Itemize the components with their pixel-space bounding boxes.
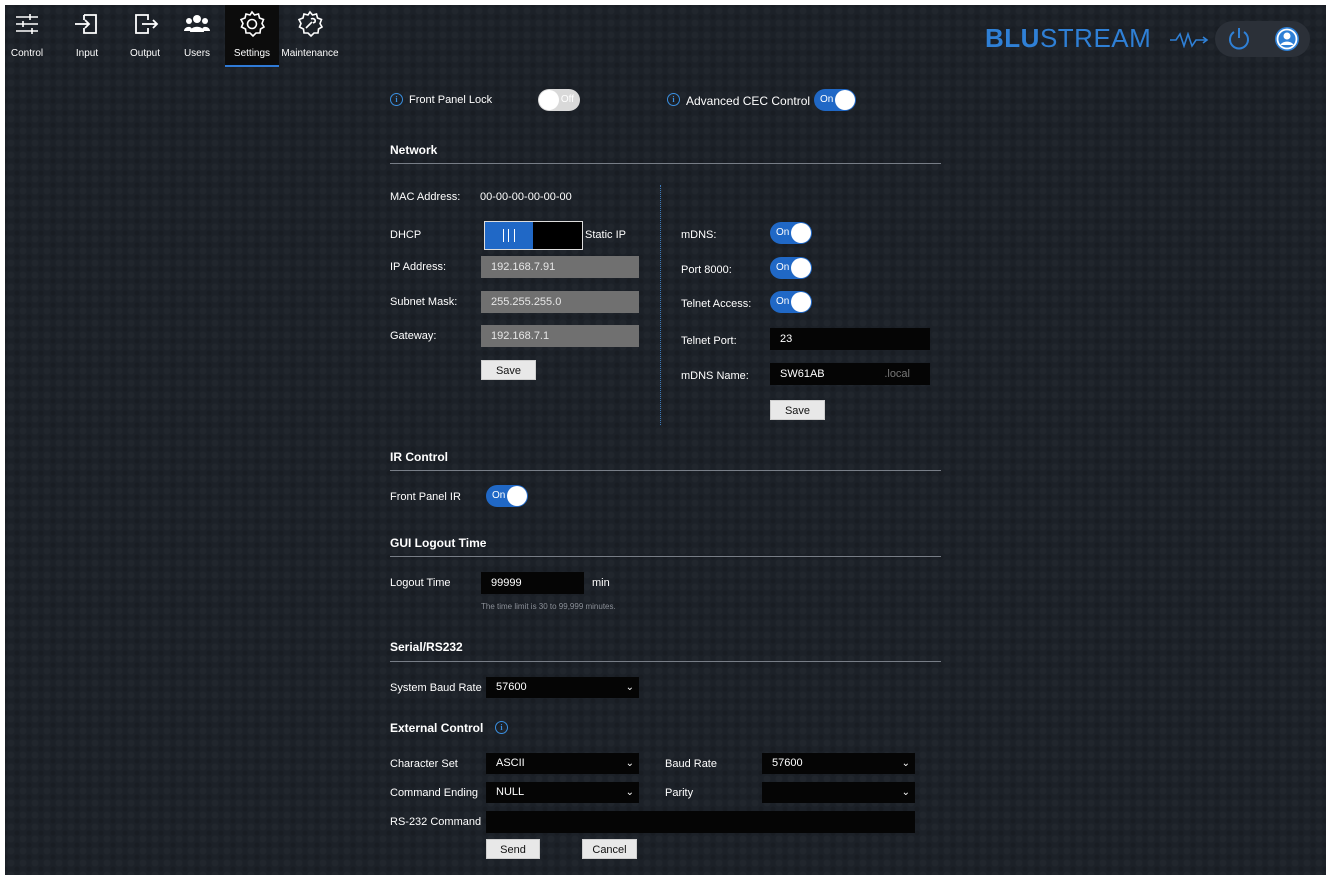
chevron-down-icon: ⌄ <box>625 758 634 769</box>
mdns-name-label: mDNS Name: <box>681 370 749 382</box>
sliders-icon <box>16 14 38 34</box>
front-panel-lock-toggle[interactable]: Off <box>538 89 580 111</box>
subnet-label: Subnet Mask: <box>390 296 458 308</box>
front-panel-ir-label: Front Panel IR <box>390 491 461 503</box>
chevron-down-icon: ⌄ <box>625 682 634 693</box>
nav-label: Input <box>75 48 99 59</box>
mdns-label: mDNS: <box>681 229 717 241</box>
user-icon[interactable] <box>1273 25 1301 53</box>
ip-address-field[interactable]: 192.168.7.91 <box>481 256 639 278</box>
info-icon[interactable]: i <box>495 721 508 734</box>
chevron-down-icon: ⌄ <box>901 758 910 769</box>
parity-select[interactable]: ⌄ <box>762 782 915 803</box>
baud-rate-select[interactable]: 57600 ⌄ <box>762 753 915 774</box>
mac-value: 00-00-00-00-00-00 <box>480 191 572 203</box>
chevron-down-icon: ⌄ <box>901 787 910 798</box>
ip-label: IP Address: <box>390 261 447 273</box>
dhcp-label: DHCP <box>390 229 422 241</box>
parity-label: Parity <box>665 787 694 799</box>
gear-icon <box>239 10 266 38</box>
command-ending-label: Command Ending <box>390 787 479 799</box>
telnet-port-label: Telnet Port: <box>681 335 737 347</box>
logout-hint: The time limit is 30 to 99,999 minutes. <box>481 602 616 611</box>
network-save-button-2[interactable]: Save <box>770 400 825 420</box>
rs232-command-label: RS-232 Command <box>390 816 482 828</box>
logout-time-field[interactable]: 99999 <box>481 572 584 594</box>
system-baud-select[interactable]: 57600 ⌄ <box>486 677 639 698</box>
baud-rate-label: Baud Rate <box>665 758 717 770</box>
info-icon[interactable]: i <box>667 93 680 106</box>
network-save-button[interactable]: Save <box>481 360 536 380</box>
mac-label: MAC Address: <box>390 191 461 203</box>
nav-label: Control <box>10 48 44 59</box>
nav-input[interactable]: Input <box>67 5 107 67</box>
divider <box>390 661 941 662</box>
nav-label: Maintenance <box>281 48 339 59</box>
telnet-port-field[interactable]: 23 <box>770 328 930 350</box>
chevron-down-icon: ⌄ <box>625 787 634 798</box>
logout-section-title: GUI Logout Time <box>390 536 487 550</box>
charset-select[interactable]: ASCII ⌄ <box>486 753 639 774</box>
nav-label: Settings <box>233 48 271 59</box>
input-icon <box>75 14 97 34</box>
divider <box>390 470 941 471</box>
brand-logo: BLUSTREAM <box>985 23 1152 53</box>
output-icon <box>135 14 159 34</box>
port8000-label: Port 8000: <box>681 264 732 276</box>
wrench-gear-icon <box>297 10 324 38</box>
header-controls <box>1215 21 1310 57</box>
nav-output[interactable]: Output <box>123 5 167 67</box>
network-section-title: Network <box>390 143 438 157</box>
logo-wave-icon <box>1170 32 1209 48</box>
mdns-suffix: .local <box>884 368 910 380</box>
dhcp-static-switch[interactable] <box>484 221 583 250</box>
divider <box>390 163 941 164</box>
logout-time-label: Logout Time <box>390 577 451 589</box>
mdns-toggle[interactable]: On <box>770 222 812 244</box>
port8000-toggle[interactable]: On <box>770 257 812 279</box>
nav-label: Users <box>183 48 211 59</box>
nav-settings[interactable]: Settings <box>225 5 279 67</box>
advanced-cec-label: Advanced CEC Control <box>686 94 811 108</box>
charset-label: Character Set <box>390 758 458 770</box>
rs232-command-field[interactable] <box>486 811 915 833</box>
ir-section-title: IR Control <box>390 450 448 464</box>
telnet-access-label: Telnet Access: <box>681 298 752 310</box>
logout-unit: min <box>592 577 610 589</box>
subnet-mask-field[interactable]: 255.255.255.0 <box>481 291 639 313</box>
info-icon[interactable]: i <box>390 93 403 106</box>
grip-icon <box>503 229 515 242</box>
command-ending-select[interactable]: NULL ⌄ <box>486 782 639 803</box>
advanced-cec-toggle[interactable]: On <box>814 89 856 111</box>
external-section-title: External Control <box>390 721 484 735</box>
front-panel-ir-toggle[interactable]: On <box>486 485 528 507</box>
nav-control[interactable]: Control <box>5 5 49 67</box>
system-baud-label: System Baud Rate <box>390 682 482 694</box>
serial-section-title: Serial/RS232 <box>390 640 463 654</box>
nav-users[interactable]: Users <box>179 5 215 67</box>
divider <box>390 556 941 557</box>
users-icon <box>184 15 210 32</box>
static-ip-label: Static IP <box>585 229 626 241</box>
app-window: Control Input Output Users Settings Main… <box>5 5 1326 875</box>
nav-label: Output <box>129 48 161 59</box>
power-icon[interactable] <box>1225 25 1253 53</box>
cancel-button[interactable]: Cancel <box>582 839 637 859</box>
gateway-field[interactable]: 192.168.7.1 <box>481 325 639 347</box>
divider <box>660 185 661 425</box>
nav-maintenance[interactable]: Maintenance <box>279 5 341 67</box>
telnet-access-toggle[interactable]: On <box>770 291 812 313</box>
gateway-label: Gateway: <box>390 330 437 342</box>
front-panel-lock-label: Front Panel Lock <box>409 94 493 106</box>
mdns-name-field[interactable]: SW61AB .local <box>770 363 930 385</box>
send-button[interactable]: Send <box>486 839 540 859</box>
